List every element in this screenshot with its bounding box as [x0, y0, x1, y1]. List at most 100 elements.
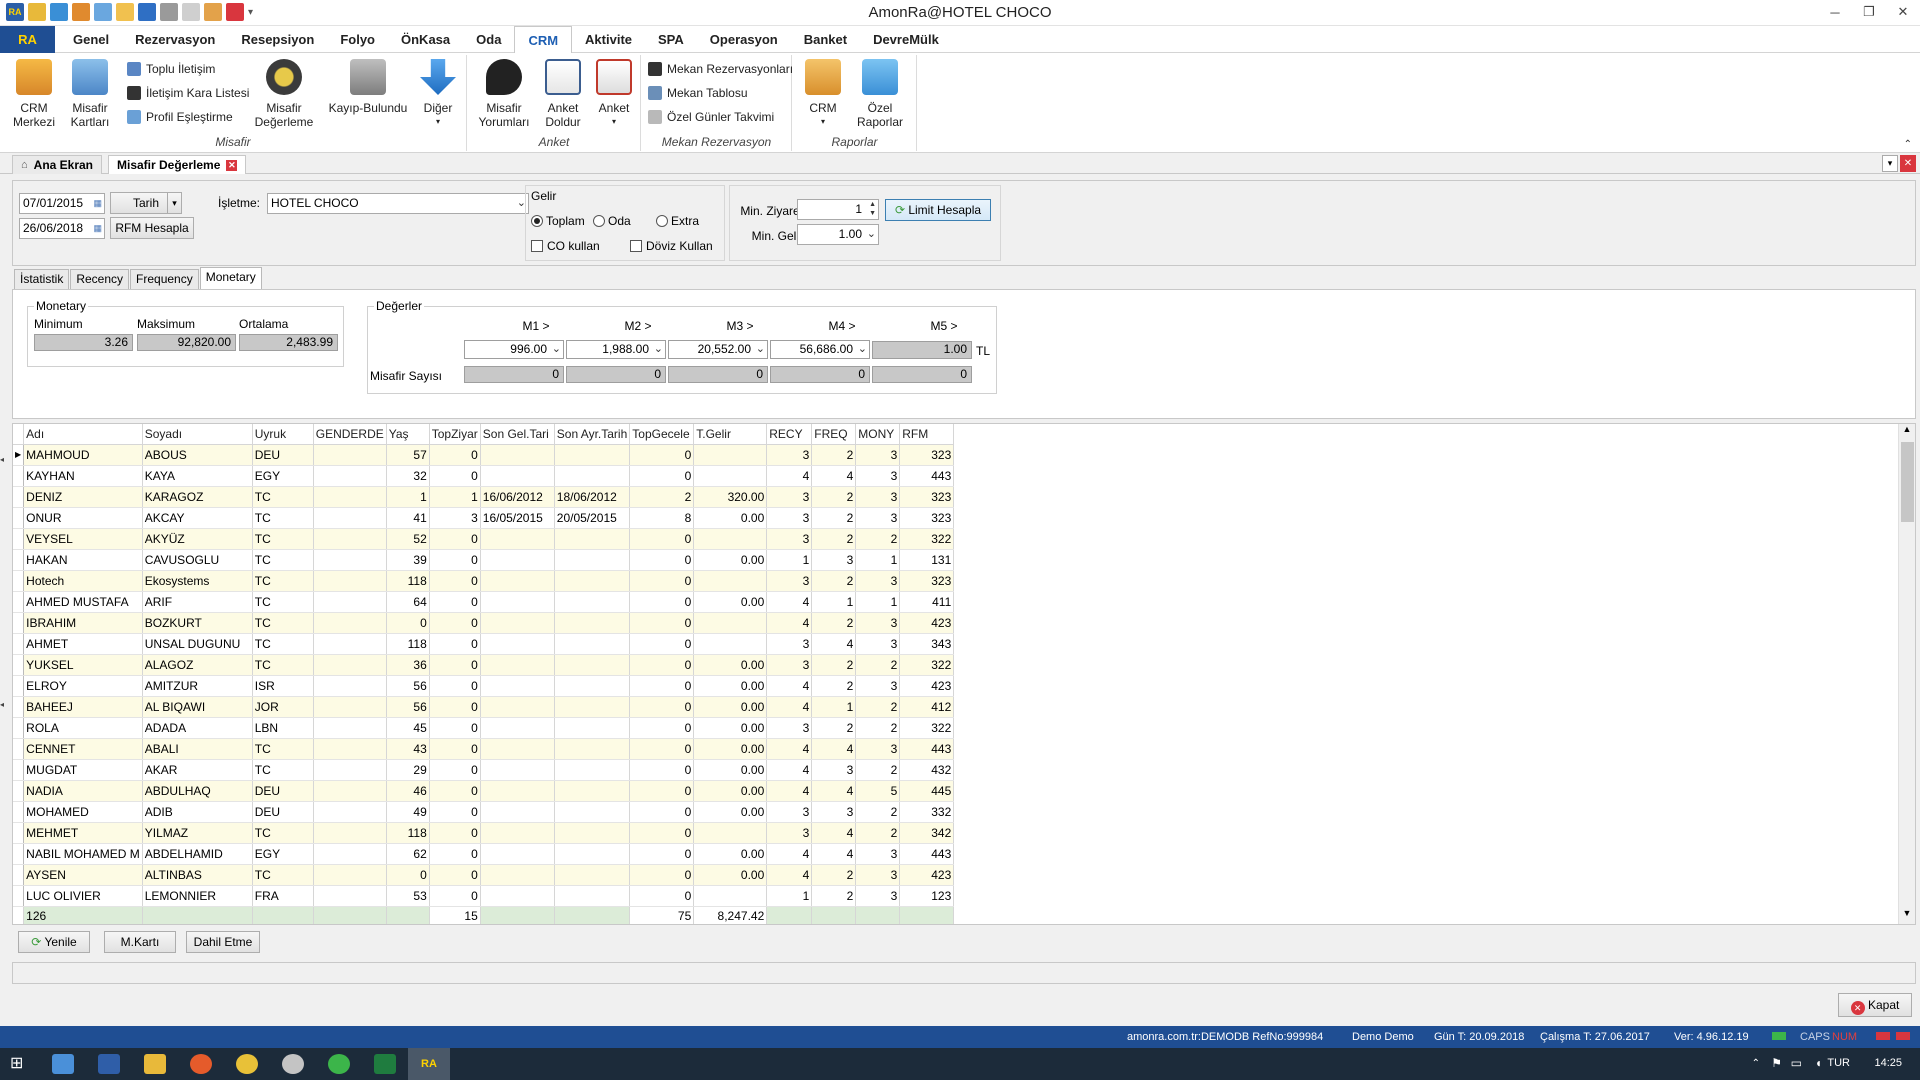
table-cell[interactable] — [693, 633, 768, 655]
ozel-raporlar-button[interactable]: Özel Raporlar — [851, 59, 909, 129]
table-cell[interactable]: 4 — [811, 633, 857, 655]
table-cell[interactable]: ELROY — [23, 675, 143, 697]
table-cell[interactable]: TC — [252, 633, 314, 655]
table-cell[interactable]: 3 — [855, 675, 901, 697]
table-cell[interactable]: ONUR — [23, 507, 143, 529]
profil-eslestirme-button[interactable]: Profil Eşleştirme — [127, 110, 233, 124]
taskbar-app-icon[interactable] — [52, 1054, 74, 1074]
table-cell[interactable]: 323 — [899, 444, 955, 466]
table-cell[interactable] — [313, 696, 387, 718]
kayip-bulundu-button[interactable]: Kayıp-Bulundu — [328, 59, 408, 115]
table-cell[interactable]: 0 — [429, 759, 481, 781]
table-cell[interactable] — [480, 885, 555, 907]
table-cell[interactable]: 1 — [855, 549, 901, 571]
col-header-soyadi[interactable]: Soyadı — [142, 424, 253, 445]
ozel-gunler-takvimi-button[interactable]: Özel Günler Takvimi — [648, 110, 774, 124]
table-cell[interactable]: 3 — [855, 486, 901, 508]
col-header-gender[interactable]: GENDERDE — [313, 424, 387, 445]
table-cell[interactable]: 2 — [811, 486, 857, 508]
table-cell[interactable] — [693, 885, 768, 907]
tab-aktivite[interactable]: Aktivite — [572, 26, 645, 53]
network-icon[interactable]: ▭ — [1791, 1056, 1802, 1070]
table-cell[interactable]: 41 — [386, 507, 430, 529]
table-cell[interactable]: 1 — [386, 486, 430, 508]
table-cell[interactable]: 2 — [811, 507, 857, 529]
anket-doldur-button[interactable]: Anket Doldur — [538, 59, 588, 129]
table-cell[interactable]: 0 — [429, 591, 481, 613]
table-cell[interactable]: 1 — [811, 591, 857, 613]
table-cell[interactable]: JOR — [252, 696, 314, 718]
col-header-uyruk[interactable]: Uyruk — [252, 424, 314, 445]
table-cell[interactable] — [313, 822, 387, 844]
table-cell[interactable]: 0 — [429, 612, 481, 634]
table-cell[interactable]: 4 — [811, 780, 857, 802]
table-cell[interactable]: 18/06/2012 — [554, 486, 631, 508]
table-cell[interactable]: 0 — [629, 864, 695, 886]
table-cell[interactable]: 4 — [766, 465, 813, 487]
table-cell[interactable]: ABDULHAQ — [142, 780, 253, 802]
date-to-field[interactable]: 26/06/2018 ▦ — [19, 218, 105, 239]
table-cell[interactable]: 3 — [855, 738, 901, 760]
doviz-kullan-checkbox[interactable]: Döviz Kullan — [630, 239, 713, 253]
table-cell[interactable]: 0 — [629, 675, 695, 697]
table-cell[interactable] — [480, 570, 555, 592]
table-cell[interactable] — [313, 465, 387, 487]
col-header-adi[interactable]: Adı — [23, 424, 143, 445]
spin-arrows-icon[interactable]: ▲ ▼ — [869, 200, 876, 218]
table-cell[interactable] — [554, 612, 631, 634]
table-row[interactable]: CENNET ABALI TC 43 0 0 0.00 4 4 3 443 — [13, 738, 955, 760]
clock[interactable]: 14:25 — [1874, 1057, 1902, 1069]
table-cell[interactable] — [313, 591, 387, 613]
table-cell[interactable]: 2 — [811, 675, 857, 697]
table-cell[interactable] — [554, 885, 631, 907]
table-cell[interactable] — [693, 444, 768, 466]
table-cell[interactable]: 43 — [386, 738, 430, 760]
flag-icon[interactable]: ⚑ — [1771, 1056, 1782, 1070]
table-cell[interactable]: 443 — [899, 738, 955, 760]
table-cell[interactable]: 423 — [899, 864, 955, 886]
table-cell[interactable]: 2 — [855, 801, 901, 823]
table-cell[interactable] — [554, 738, 631, 760]
table-cell[interactable] — [554, 801, 631, 823]
table-cell[interactable]: 4 — [766, 780, 813, 802]
tab-spa[interactable]: SPA — [645, 26, 697, 53]
table-cell[interactable]: 2 — [811, 864, 857, 886]
table-cell[interactable] — [554, 591, 631, 613]
table-cell[interactable]: YILMAZ — [142, 822, 253, 844]
table-cell[interactable] — [554, 717, 631, 739]
table-cell[interactable]: 3 — [766, 507, 813, 529]
table-cell[interactable] — [693, 465, 768, 487]
table-cell[interactable]: AKAR — [142, 759, 253, 781]
table-cell[interactable]: 0 — [429, 822, 481, 844]
table-cell[interactable] — [554, 570, 631, 592]
table-cell[interactable] — [693, 570, 768, 592]
yenile-button[interactable]: ⟳ Yenile — [18, 931, 90, 953]
table-cell[interactable]: AMITZUR — [142, 675, 253, 697]
table-cell[interactable] — [313, 507, 387, 529]
table-cell[interactable]: EGY — [252, 465, 314, 487]
table-cell[interactable]: 3 — [855, 633, 901, 655]
table-row[interactable]: AHMED MUSTAFA ARIF TC 64 0 0 0.00 4 1 1 411 — [13, 591, 955, 613]
table-cell[interactable]: 0.00 — [693, 507, 768, 529]
table-cell[interactable]: TC — [252, 822, 314, 844]
table-cell[interactable]: 0 — [429, 444, 481, 466]
table-cell[interactable]: 0 — [386, 612, 430, 634]
table-cell[interactable]: 0 — [629, 759, 695, 781]
table-row[interactable]: VEYSEL AKYÜZ TC 52 0 0 3 2 2 322 — [13, 528, 955, 550]
table-cell[interactable]: 118 — [386, 822, 430, 844]
table-cell[interactable]: 1 — [766, 885, 813, 907]
table-cell[interactable]: 0 — [629, 570, 695, 592]
table-row[interactable]: IBRAHIM BOZKURT TC 0 0 0 4 2 3 423 — [13, 612, 955, 634]
table-cell[interactable]: YUKSEL — [23, 654, 143, 676]
row-indicator[interactable] — [13, 591, 25, 613]
row-indicator[interactable] — [13, 633, 25, 655]
table-row[interactable]: MEHMET YILMAZ TC 118 0 0 3 4 2 342 — [13, 822, 955, 844]
table-cell[interactable]: ALAGOZ — [142, 654, 253, 676]
volume-icon[interactable]: ◖ — [1815, 1056, 1822, 1070]
limit-hesapla-button[interactable]: ⟳ Limit Hesapla — [885, 199, 991, 221]
table-cell[interactable]: 4 — [811, 822, 857, 844]
table-cell[interactable]: 3 — [766, 633, 813, 655]
row-indicator[interactable] — [13, 780, 25, 802]
table-cell[interactable]: 0 — [429, 801, 481, 823]
table-cell[interactable]: 4 — [766, 738, 813, 760]
